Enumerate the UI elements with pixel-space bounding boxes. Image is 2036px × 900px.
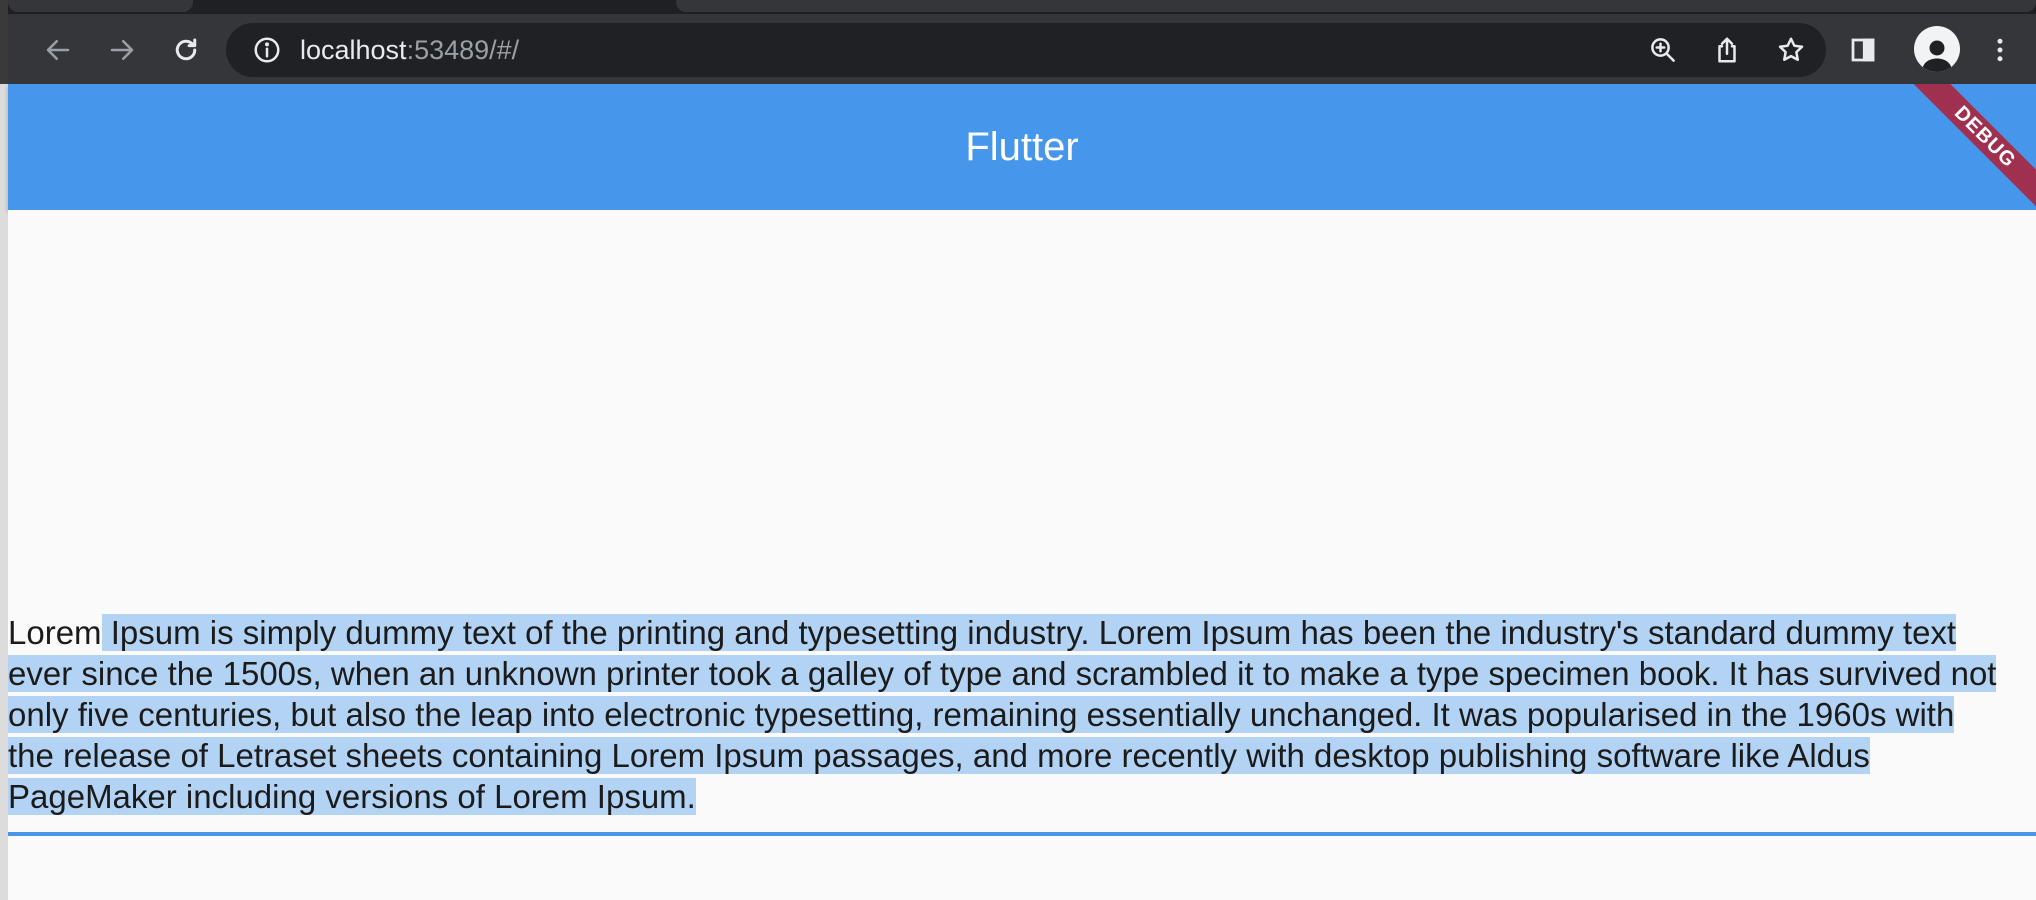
- forward-arrow-icon[interactable]: [100, 28, 144, 72]
- zoom-in-icon[interactable]: [1648, 35, 1678, 65]
- background-window-strip: [0, 84, 8, 900]
- info-icon[interactable]: [252, 35, 282, 65]
- selectable-text-paragraph[interactable]: Lorem Ipsum is simply dummy text of the …: [8, 612, 2008, 817]
- url-text[interactable]: localhost:53489/#/: [300, 23, 519, 77]
- share-icon[interactable]: [1712, 35, 1742, 65]
- tab-edge-right[interactable]: [676, 0, 2036, 12]
- profile-avatar-icon[interactable]: [1914, 26, 1960, 72]
- star-icon[interactable]: [1776, 35, 1806, 65]
- browser-tab-strip: [8, 0, 2036, 14]
- reload-icon[interactable]: [164, 28, 208, 72]
- kebab-menu-icon[interactable]: [1978, 28, 2022, 72]
- app-bar-title: Flutter: [965, 125, 1079, 169]
- side-panel-icon[interactable]: [1841, 28, 1885, 72]
- url-host: localhost: [300, 35, 407, 65]
- background-window-edge: [0, 0, 8, 900]
- page-body: Lorem Ipsum is simply dummy text of the …: [8, 210, 2036, 900]
- url-path: :53489/#/: [406, 35, 520, 65]
- paragraph-unselected-text[interactable]: Lorem: [8, 614, 102, 651]
- address-bar[interactable]: localhost:53489/#/: [226, 23, 1826, 77]
- paragraph-selected-text[interactable]: Ipsum is simply dummy text of the printi…: [8, 614, 1997, 815]
- text-field-underline: [8, 832, 2036, 836]
- tab-edge-left[interactable]: [8, 0, 193, 12]
- screen: localhost:53489/#/ Flutter DEBUG Lorem I…: [0, 0, 2036, 900]
- browser-toolbar: localhost:53489/#/: [8, 14, 2036, 84]
- app-bar: Flutter DEBUG: [8, 84, 2036, 210]
- back-arrow-icon[interactable]: [36, 28, 80, 72]
